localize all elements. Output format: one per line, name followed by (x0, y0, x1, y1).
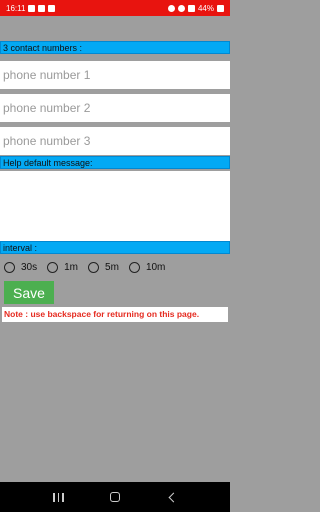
location-icon (167, 4, 175, 12)
contacts-section-label: 3 contact numbers : (0, 41, 230, 54)
save-button[interactable]: Save (4, 281, 54, 304)
navigation-bar (0, 482, 230, 512)
help-message-textarea[interactable] (0, 171, 230, 241)
back-button[interactable] (157, 487, 187, 507)
home-icon (109, 492, 120, 502)
back-icon (168, 492, 179, 502)
message-section-label: Help default message: (0, 156, 230, 169)
interval-option-label: 1m (64, 261, 79, 273)
battery-icon (217, 4, 224, 12)
interval-option-label: 5m (105, 261, 119, 273)
interval-option-1m[interactable]: 1m (47, 261, 79, 273)
radio-button-icon[interactable] (88, 261, 100, 273)
radio-button-icon[interactable] (47, 261, 59, 273)
phone-number-1-input[interactable] (0, 61, 230, 89)
signal-icon (187, 4, 195, 12)
gallery-icon (28, 4, 36, 12)
interval-section-label: interval : (0, 241, 230, 254)
interval-option-30s[interactable]: 30s (4, 261, 38, 273)
phone-number-2-input[interactable] (0, 94, 230, 122)
message-icon (38, 4, 46, 12)
recents-button[interactable] (43, 487, 73, 507)
recents-icon (53, 492, 64, 502)
main-content: 3 contact numbers : Help default message… (0, 16, 230, 482)
battery-percent: 44% (197, 3, 214, 13)
interval-option-5m[interactable]: 5m (88, 261, 119, 273)
home-button[interactable] (100, 487, 130, 507)
wifi-icon (177, 4, 185, 12)
radio-button-icon[interactable] (128, 261, 140, 273)
phone-number-3-input[interactable] (0, 127, 230, 155)
status-right: 44% (167, 3, 224, 13)
radio-button-icon[interactable] (4, 261, 15, 273)
gmail-icon (48, 4, 56, 12)
interval-option-label: 30s (21, 261, 38, 273)
interval-radio-group: 30s 1m 5m 10m (4, 259, 175, 275)
status-bar: 16:11 44% (0, 0, 230, 16)
interval-option-label: 10m (145, 261, 166, 273)
interval-option-10m[interactable]: 10m (128, 261, 166, 273)
status-time: 16:11 (6, 3, 26, 13)
status-left: 16:11 (6, 3, 56, 13)
backspace-note: Note : use backspace for returning on th… (2, 307, 228, 322)
